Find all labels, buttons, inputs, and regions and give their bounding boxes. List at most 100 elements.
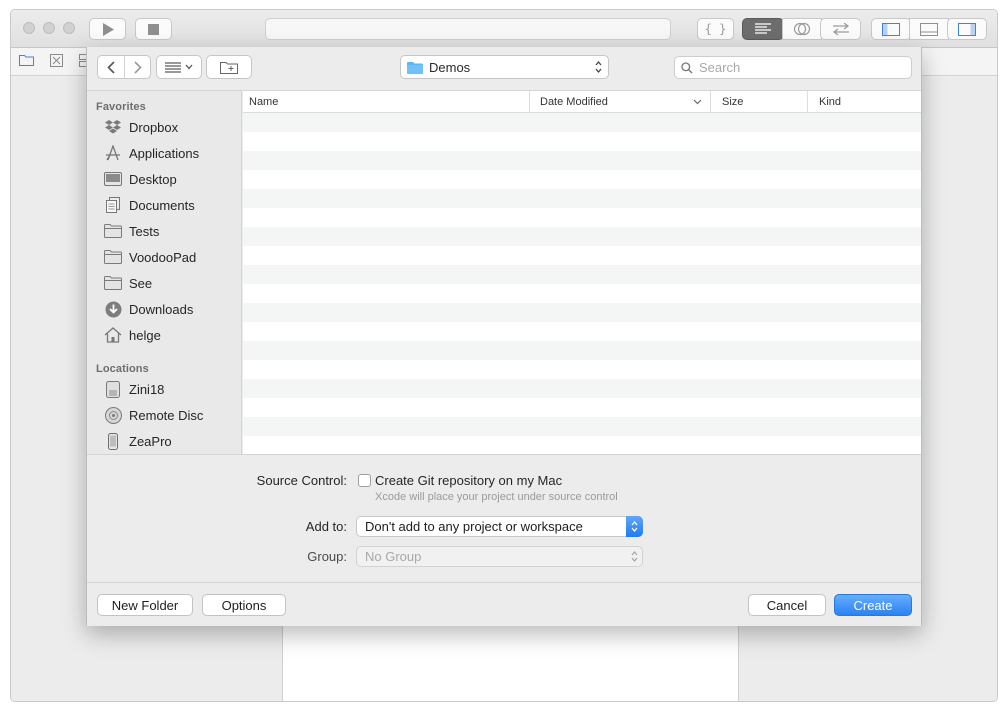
sidebar-item-downloads[interactable]: Downloads — [103, 298, 193, 320]
table-row — [243, 113, 921, 132]
sidebar-item-zeapro[interactable]: ZeaPro — [103, 430, 172, 452]
sidebar-item-label: helge — [129, 327, 161, 343]
stop-icon — [148, 23, 159, 35]
sidebar-item-label: Documents — [129, 197, 195, 213]
sidebar-item-remote-disc[interactable]: Remote Disc — [103, 404, 203, 426]
sidebar-item-helge[interactable]: helge — [103, 324, 161, 346]
folder-icon — [103, 222, 123, 240]
sidebar-item-label: Dropbox — [129, 119, 179, 135]
stop-button[interactable] — [135, 18, 172, 40]
source-control-label: Source Control: — [256, 473, 347, 488]
sidebar-item-applications[interactable]: Applications — [103, 142, 199, 164]
create-git-repo-checkbox[interactable] — [358, 474, 371, 487]
home-icon — [103, 326, 123, 344]
new-folder-icon-button[interactable] — [206, 55, 252, 79]
zoom-window-button[interactable] — [63, 22, 75, 34]
sidebar-item-desktop[interactable]: Desktop — [103, 168, 177, 190]
group-popup[interactable]: No Group — [356, 546, 643, 567]
chevron-right-icon — [133, 60, 142, 74]
view-options-button[interactable] — [156, 55, 202, 79]
new-folder-icon — [220, 61, 238, 74]
chevron-down-icon — [185, 64, 193, 70]
search-input[interactable] — [699, 60, 899, 75]
sort-chevron-down-icon — [693, 99, 702, 105]
sidebar-item-dropbox[interactable]: Dropbox — [103, 116, 178, 138]
add-to-value: Don't add to any project or workspace — [365, 519, 583, 534]
desktop-icon — [103, 170, 123, 188]
sidebar-item-label: Remote Disc — [129, 407, 204, 423]
new-folder-button[interactable]: New Folder — [97, 594, 193, 616]
sidebar-item-zini18[interactable]: Zini18 — [103, 378, 164, 400]
table-row — [243, 227, 921, 246]
table-row — [243, 284, 921, 303]
sheet-toolbar: Demos — [87, 47, 921, 90]
sidebar-item-see[interactable]: See — [103, 272, 152, 294]
device-icon — [103, 432, 123, 450]
sidebar-item-label: Zini18 — [129, 381, 165, 397]
cancel-button[interactable]: Cancel — [748, 594, 826, 616]
minimize-window-button[interactable] — [43, 22, 55, 34]
standard-editor-button[interactable] — [742, 18, 784, 40]
applications-icon — [103, 144, 123, 162]
utilities-toggle-icon — [958, 22, 976, 36]
sidebar: Favorites Dropbox Applications Desktop D… — [87, 90, 242, 454]
close-window-button[interactable] — [23, 22, 35, 34]
source-control-icon[interactable] — [50, 54, 63, 70]
sidebar-item-tests[interactable]: Tests — [103, 220, 159, 242]
group-value: No Group — [365, 549, 422, 564]
search-field[interactable] — [674, 56, 912, 79]
column-header-date-modified[interactable]: Date Modified — [529, 91, 710, 113]
column-header-kind[interactable]: Kind — [807, 91, 921, 113]
column-header-name[interactable]: Name — [243, 91, 529, 113]
updown-arrows-icon — [631, 550, 638, 566]
play-icon — [102, 22, 114, 36]
assistant-editor-icon — [793, 22, 811, 36]
column-header-size[interactable]: Size — [710, 91, 807, 113]
add-to-label: Add to: — [305, 519, 347, 534]
table-row — [243, 265, 921, 284]
create-git-repo-label[interactable]: Create Git repository on my Mac — [375, 473, 562, 488]
folder-icon[interactable] — [19, 54, 34, 69]
options-area: Source Control: Create Git repository on… — [87, 454, 921, 582]
updown-arrows-icon — [595, 60, 602, 74]
debug-area-toggle-icon — [920, 22, 938, 36]
add-to-popup[interactable]: Don't add to any project or workspace — [356, 516, 643, 537]
xcode-toolbar: { } — [11, 10, 997, 48]
activity-view — [265, 18, 671, 40]
sheet-button-bar: New Folder Options Cancel Create — [87, 582, 921, 626]
options-button[interactable]: Options — [202, 594, 286, 616]
forward-button[interactable] — [124, 56, 150, 78]
list-view-icon — [165, 61, 181, 73]
toggle-debug-area-button[interactable] — [909, 18, 949, 40]
sidebar-item-label: Applications — [129, 145, 200, 161]
table-row — [243, 398, 921, 417]
sidebar-item-voodoopad[interactable]: VoodooPad — [103, 246, 196, 268]
back-button[interactable] — [98, 56, 124, 78]
group-label: Group: — [307, 549, 347, 564]
run-button[interactable] — [89, 18, 126, 40]
sidebar-item-documents[interactable]: Documents — [103, 194, 195, 216]
table-row — [243, 132, 921, 151]
library-button[interactable]: { } — [697, 18, 734, 40]
sidebar-section-locations: Locations — [96, 363, 149, 375]
column-label: Size — [722, 96, 744, 108]
table-row — [243, 379, 921, 398]
table-row — [243, 436, 921, 454]
table-row — [243, 322, 921, 341]
folder-icon — [407, 61, 423, 74]
downloads-icon — [103, 300, 123, 318]
standard-editor-icon — [755, 23, 771, 34]
folder-icon — [103, 248, 123, 266]
documents-icon — [103, 196, 123, 214]
toggle-navigator-button[interactable] — [871, 18, 911, 40]
table-row — [243, 303, 921, 322]
file-list[interactable]: Name Date Modified Size Kind — [243, 90, 921, 454]
sidebar-item-label: VoodooPad — [129, 249, 197, 265]
create-button[interactable]: Create — [834, 594, 912, 616]
assistant-editor-button[interactable] — [782, 18, 822, 40]
version-editor-button[interactable] — [820, 18, 861, 40]
toggle-utilities-button[interactable] — [947, 18, 987, 40]
path-popup[interactable]: Demos — [400, 55, 609, 79]
chevron-left-icon — [107, 60, 115, 74]
remote-disc-icon — [103, 406, 123, 424]
